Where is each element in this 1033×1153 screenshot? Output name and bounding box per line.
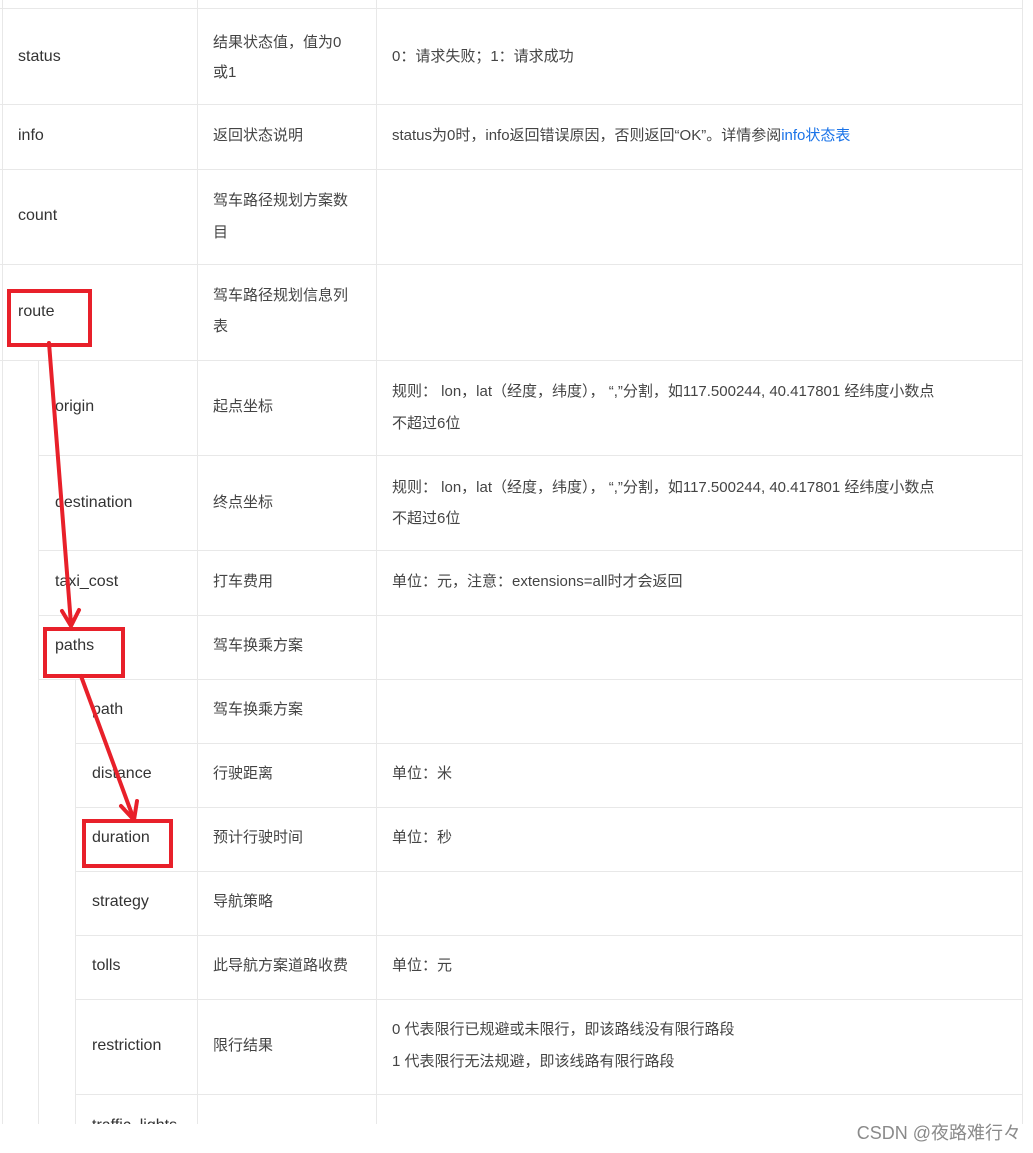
annotation-arrows <box>47 341 139 822</box>
arrow-paths-to-duration <box>79 674 135 819</box>
api-response-table: status 结果状态值，值为0 或1 0：请求失败；1：请求成功 info 返… <box>0 0 1033 1153</box>
arrow-route-to-paths <box>47 341 73 626</box>
csdn-watermark: CSDN @夜路难行々 <box>856 1123 1021 1143</box>
